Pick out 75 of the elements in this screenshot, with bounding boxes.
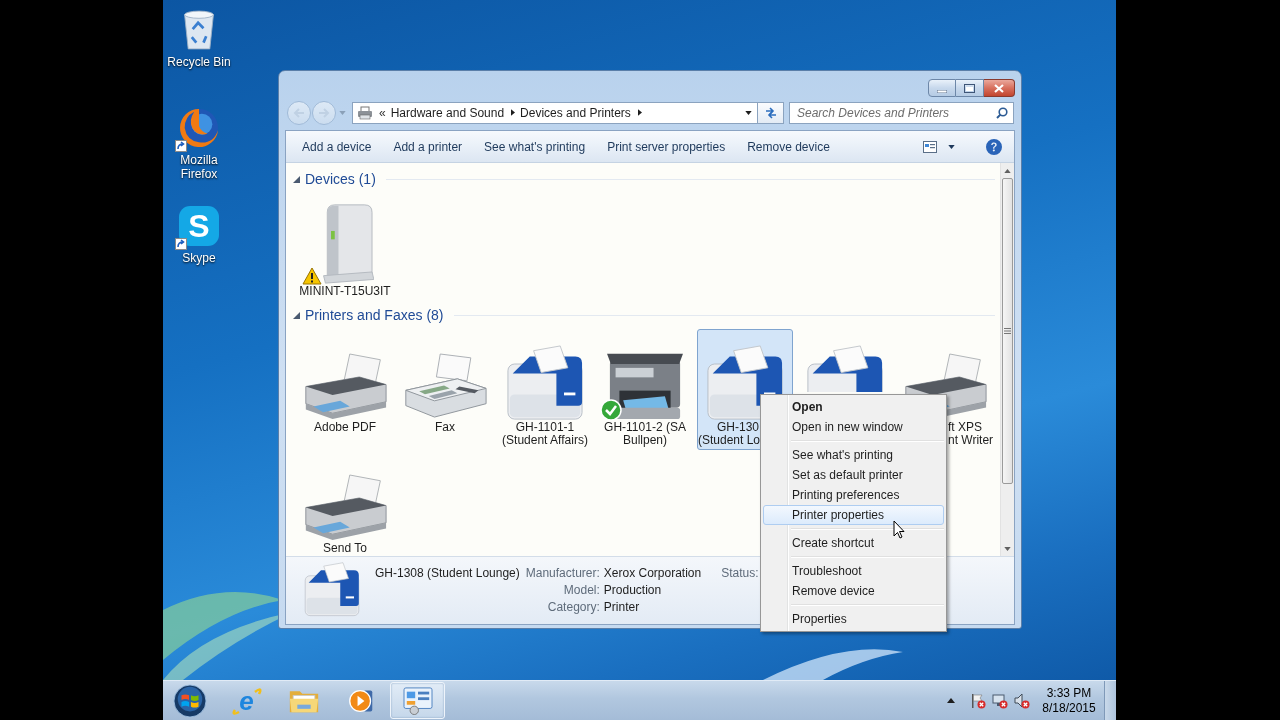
property-label: Category: (546, 599, 600, 616)
property-value: Printer (603, 599, 641, 616)
desktop-icon-label[interactable]: Skype (182, 251, 216, 265)
control-panel-icon (402, 686, 433, 715)
minimize-icon (937, 89, 947, 93)
menu-item[interactable]: Set as default printer (763, 465, 944, 485)
scrollbar-thumb[interactable] (1002, 178, 1013, 484)
flag-icon[interactable] (970, 692, 986, 709)
breadcrumb-link[interactable]: Devices and Printers (520, 103, 631, 122)
expanded-triangle-icon[interactable] (293, 175, 300, 183)
property-label: Status: (721, 565, 759, 582)
device-item[interactable]: Fax (397, 329, 493, 450)
menu-item[interactable]: Printer properties (763, 505, 944, 525)
group-header[interactable]: Printers and Faxes (8) (305, 304, 444, 326)
breadcrumb-overflow-button[interactable]: « (379, 106, 386, 119)
caret-down-icon (1004, 546, 1011, 551)
property-label: Model: (562, 582, 600, 599)
caret-up-icon (1004, 168, 1011, 173)
browser-logo: e (230, 685, 263, 716)
device-item[interactable]: Adobe PDF (297, 329, 393, 450)
device-item[interactable]: MININT-T15U3IT (297, 193, 393, 301)
clock-date[interactable]: 8/18/2015 (1042, 700, 1096, 716)
menu-item[interactable]: Printing preferences (763, 485, 944, 505)
command-button[interactable]: Add a printer (384, 134, 472, 159)
desktop-icon-label[interactable]: Mozilla Firefox (180, 153, 218, 181)
minimize-button[interactable] (928, 79, 956, 97)
network-icon[interactable] (992, 692, 1008, 709)
command-button[interactable]: Add a device (293, 134, 381, 159)
laser-printer-icon (303, 561, 361, 617)
group-header[interactable]: Devices (1) (305, 168, 376, 190)
menu-item[interactable]: Troubleshoot (763, 561, 944, 581)
device-item[interactable]: GH-1101-1 (Student Affairs) (497, 329, 593, 450)
search-icon[interactable] (996, 106, 1008, 119)
refresh-icon (763, 106, 778, 119)
caret-down-icon[interactable] (948, 144, 955, 149)
expanded-triangle-icon[interactable] (293, 311, 300, 319)
close-button[interactable] (984, 79, 1015, 97)
menu-item[interactable]: Properties (763, 609, 944, 629)
caret-down-icon[interactable] (745, 110, 752, 115)
speaker-muted-icon[interactable] (1014, 692, 1030, 709)
arrow-left-icon (293, 107, 305, 118)
command-button[interactable]: See what's printing (475, 134, 595, 159)
device-item[interactable]: Send To (297, 450, 393, 556)
property-value: Production (603, 582, 663, 599)
property-value: Xerox Corporation (603, 565, 702, 582)
search-field[interactable]: Search Devices and Printers (789, 101, 1014, 124)
help-icon[interactable] (986, 138, 1002, 155)
caret-right-icon[interactable] (511, 109, 516, 116)
folder-icon (288, 688, 319, 713)
globe-icon[interactable] (178, 107, 220, 149)
device-name: GH-1308 (Student Lounge) (375, 565, 520, 582)
media-player-icon (347, 687, 374, 714)
printer-icon (357, 105, 373, 120)
breadcrumb-link[interactable]: Hardware and Sound (390, 103, 505, 122)
caret-right-icon[interactable] (637, 109, 642, 116)
command-button[interactable]: Print server properties (598, 134, 735, 159)
clock-time[interactable]: 3:33 PM (1046, 685, 1092, 701)
view-icon[interactable] (923, 140, 937, 153)
menu-item[interactable]: Create shortcut (763, 533, 944, 553)
device-item[interactable]: GH-1101-2 (SA Bullpen) (597, 329, 693, 450)
property-label: Manufacturer: (525, 565, 600, 582)
maximize-button[interactable] (956, 79, 984, 97)
grip-icon (1004, 328, 1011, 334)
address-bar[interactable]: « Hardware and Sound Devices and Printers (352, 101, 758, 124)
recycle-bin-icon[interactable] (181, 9, 217, 51)
taskbar-button[interactable] (390, 682, 445, 719)
refresh-button[interactable] (758, 101, 784, 124)
caret-up-icon[interactable] (947, 698, 955, 703)
menu-item[interactable]: Remove device (763, 581, 944, 601)
orb-icon (173, 683, 207, 718)
command-button[interactable]: Remove device (738, 134, 839, 159)
desktop-icon-label[interactable]: Recycle Bin (167, 55, 231, 69)
arrow-right-icon (318, 107, 330, 118)
close-icon (994, 83, 1004, 93)
maximize-icon (964, 83, 975, 93)
